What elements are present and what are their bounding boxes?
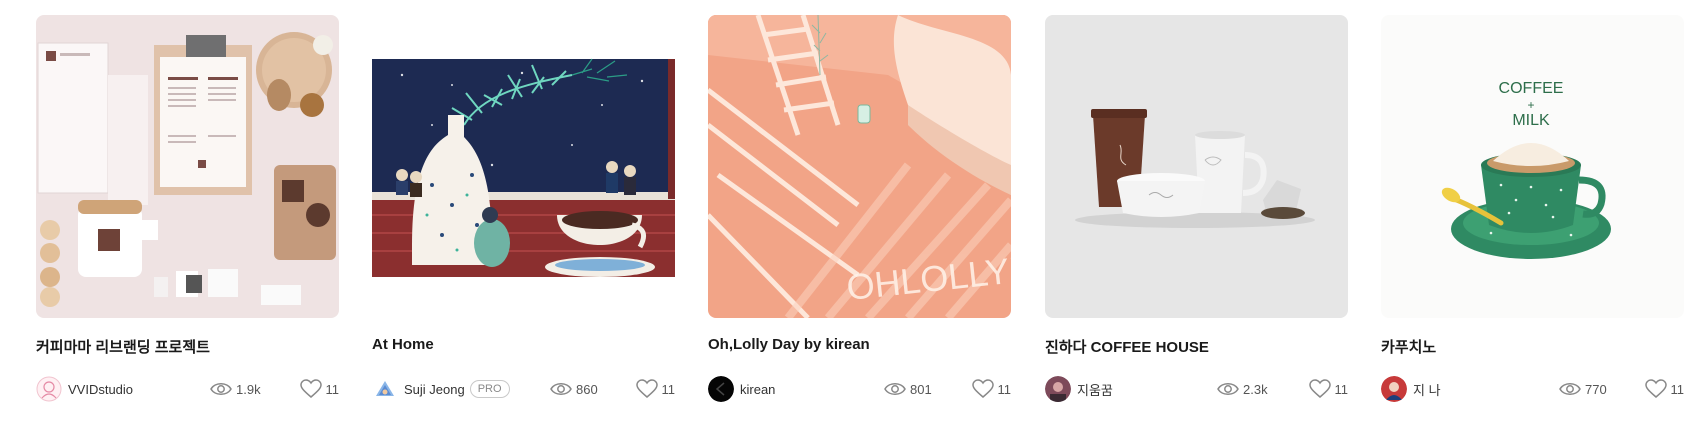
illustration-text-line: COFFEE	[1499, 80, 1564, 97]
view-count-value: 860	[576, 381, 598, 397]
author-link[interactable]: kirean	[708, 375, 775, 403]
like-button[interactable]: 11	[971, 375, 1012, 403]
author-name: kirean	[740, 381, 776, 397]
coffee-mama-branding-image	[36, 15, 339, 318]
at-home-illustration	[372, 15, 675, 318]
view-count: 1.9k	[210, 375, 261, 403]
view-count: 860	[550, 375, 598, 403]
project-card[interactable]: OHLOLLYDAY Oh,Lolly Day by kirean kirean…	[708, 15, 1011, 402]
heart-icon	[299, 379, 322, 398]
project-meta: VVIDstudio 1.9k 11	[36, 375, 339, 403]
view-count: 2.3k	[1217, 375, 1268, 403]
project-title[interactable]: 진하다 COFFEE HOUSE	[1045, 336, 1348, 357]
author-link[interactable]: VVIDstudio	[36, 375, 133, 403]
author-link[interactable]: 지 나	[1381, 375, 1441, 403]
oh-lolly-day-illustration: OHLOLLYDAY	[708, 15, 1011, 318]
eye-icon	[210, 383, 232, 395]
like-button[interactable]: 11	[299, 375, 340, 403]
eye-icon	[1559, 383, 1581, 395]
project-thumbnail[interactable]	[1045, 15, 1348, 318]
like-count-value: 11	[997, 381, 1012, 397]
project-meta: 지움꿈 2.3k 11	[1045, 375, 1348, 403]
view-count: 801	[884, 375, 932, 403]
project-meta: 지 나 770 11	[1381, 375, 1684, 403]
like-count-value: 11	[325, 381, 340, 397]
triangle-avatar-icon	[372, 376, 398, 402]
dark-avatar-icon	[708, 376, 734, 402]
eye-icon	[1217, 383, 1239, 395]
eye-icon	[884, 383, 906, 395]
heart-icon	[1308, 379, 1331, 398]
view-count-value: 1.9k	[236, 381, 261, 397]
heart-icon	[1644, 379, 1667, 398]
red-avatar-icon	[1381, 376, 1407, 402]
project-thumbnail[interactable]	[372, 15, 675, 318]
photo-avatar-icon	[1045, 376, 1071, 402]
author-link[interactable]: Suji Jeong PRO	[372, 375, 510, 403]
heart-icon	[971, 379, 994, 398]
project-thumbnail[interactable]: OHLOLLYDAY	[708, 15, 1011, 318]
project-thumbnail[interactable]	[36, 15, 339, 318]
pro-badge: PRO	[469, 380, 510, 398]
project-grid: 커피마마 리브랜딩 프로젝트 VVIDstudio 1.9k 11 At Hom…	[0, 0, 1701, 423]
project-title[interactable]: At Home	[372, 336, 675, 353]
like-button[interactable]: 11	[1644, 375, 1685, 403]
author-name: 지 나	[1413, 382, 1441, 398]
like-count-value: 11	[661, 381, 676, 397]
project-thumbnail[interactable]: COFFEE + MILK	[1381, 15, 1684, 318]
view-count: 770	[1559, 375, 1607, 403]
project-title[interactable]: 카푸치노	[1381, 336, 1684, 357]
like-count-value: 11	[1670, 381, 1685, 397]
author-name: VVIDstudio	[68, 381, 134, 397]
like-button[interactable]: 11	[635, 375, 676, 403]
like-button[interactable]: 11	[1308, 375, 1349, 403]
project-card[interactable]: COFFEE + MILK 카푸치노 지 나 770 11	[1381, 15, 1684, 402]
sketch-avatar-icon	[36, 376, 62, 402]
author-link[interactable]: 지움꿈	[1045, 375, 1113, 403]
view-count-value: 770	[1585, 381, 1607, 397]
view-count-value: 801	[910, 381, 932, 397]
project-title[interactable]: Oh,Lolly Day by kirean	[708, 336, 1011, 353]
like-count-value: 11	[1334, 381, 1349, 397]
illustration-text-line: +	[1527, 98, 1534, 112]
project-card[interactable]: 진하다 COFFEE HOUSE 지움꿈 2.3k 11	[1045, 15, 1348, 402]
project-card[interactable]: 커피마마 리브랜딩 프로젝트 VVIDstudio 1.9k 11	[36, 15, 339, 402]
view-count-value: 2.3k	[1243, 381, 1268, 397]
illustration-text-line: MILK	[1512, 112, 1550, 129]
cappuccino-illustration: COFFEE + MILK	[1381, 15, 1684, 318]
project-meta: Suji Jeong PRO 860 11	[372, 375, 675, 403]
heart-icon	[635, 379, 658, 398]
jinhada-coffee-mockup	[1045, 15, 1348, 318]
project-card[interactable]: At Home Suji Jeong PRO 860 11	[372, 15, 675, 398]
eye-icon	[550, 383, 572, 395]
project-meta: kirean 801 11	[708, 375, 1011, 403]
author-name: Suji Jeong	[404, 381, 465, 397]
author-name: 지움꿈	[1077, 382, 1113, 398]
project-title[interactable]: 커피마마 리브랜딩 프로젝트	[36, 336, 339, 357]
